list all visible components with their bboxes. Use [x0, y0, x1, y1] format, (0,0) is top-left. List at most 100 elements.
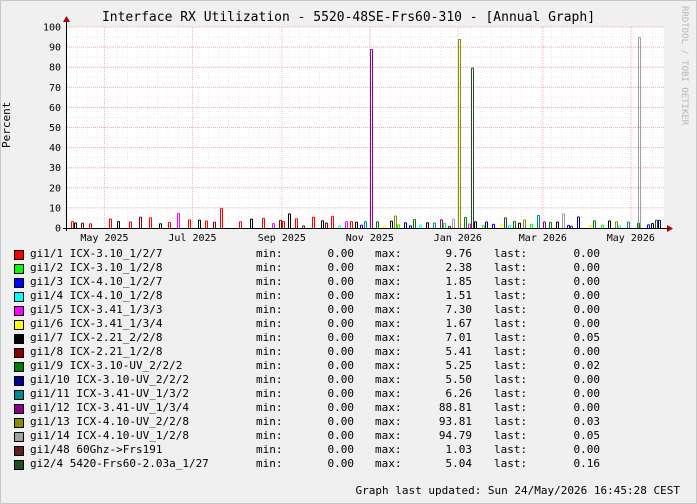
legend-last-label: last: — [494, 359, 528, 372]
legend-max-label: max: — [375, 261, 402, 274]
legend-min-value: 0.00 — [327, 303, 355, 316]
y-tick-label: 10 — [49, 203, 61, 214]
legend-min-label: min: — [256, 457, 283, 470]
legend-series-name: gi1/7 ICX-2.21_2/2/8 — [30, 331, 163, 344]
legend-swatch — [14, 362, 24, 372]
legend-last-value: 0.00 — [573, 303, 601, 316]
legend-max-value: 7.30 — [445, 303, 473, 316]
legend-last-value: 0.02 — [573, 359, 601, 372]
legend-last-label: last: — [494, 387, 528, 400]
y-tick-label: 0 — [55, 224, 61, 235]
legend-last-label: last: — [494, 401, 528, 414]
legend-min-label: min: — [256, 387, 283, 400]
legend-min-value: 0.00 — [327, 261, 355, 274]
legend-min-value: 0.00 — [327, 373, 355, 386]
legend-last-label: last: — [494, 457, 528, 470]
legend-min-value: 0.00 — [327, 401, 355, 414]
legend-min-label: min: — [256, 317, 283, 330]
legend-swatch — [14, 390, 24, 400]
legend-swatch — [14, 446, 24, 456]
legend-max-value: 5.04 — [445, 457, 473, 470]
y-axis-arrow — [63, 16, 70, 22]
legend-last-label: last: — [494, 289, 528, 302]
legend-min-value: 0.00 — [327, 457, 355, 470]
legend-max-value: 5.25 — [445, 359, 473, 372]
legend-min-label: min: — [256, 443, 283, 456]
legend-min-value: 0.00 — [327, 247, 355, 260]
legend-min-label: min: — [256, 401, 283, 414]
legend-min-value: 0.00 — [327, 359, 355, 372]
legend-max-value: 93.81 — [438, 415, 472, 428]
legend-min-value: 0.00 — [327, 275, 355, 288]
legend-series-name: gi1/48 60Ghz->Frs191 — [30, 443, 163, 456]
legend-min-label: min: — [256, 429, 283, 442]
legend-max-label: max: — [375, 415, 402, 428]
legend-min-label: min: — [256, 415, 283, 428]
x-tick-label: May 2026 — [607, 233, 655, 244]
legend-max-label: max: — [375, 331, 402, 344]
legend-max-label: max: — [375, 317, 402, 330]
legend-swatch — [14, 264, 24, 274]
legend-last-value: 0.03 — [573, 415, 601, 428]
legend-last-label: last: — [494, 443, 528, 456]
x-axis-arrow — [667, 225, 673, 232]
legend-last-label: last: — [494, 373, 528, 386]
legend-series-name: gi1/14 ICX-4.10-UV_1/2/8 — [30, 429, 189, 442]
legend-last-value: 0.00 — [573, 275, 601, 288]
legend-min-label: min: — [256, 359, 283, 372]
rrd-chart: 0 10 20 30 40 50 60 70 80 90 100 May 2025 Jul 2025 S… — [43, 16, 673, 244]
legend-last-value: 0.00 — [573, 247, 601, 260]
legend-max-value: 2.38 — [445, 261, 473, 274]
legend-max-value: 88.81 — [438, 401, 472, 414]
legend-max-label: max: — [375, 359, 402, 372]
legend-max-value: 5.50 — [445, 373, 473, 386]
legend-last-value: 0.00 — [573, 401, 601, 414]
legend-min-label: min: — [256, 331, 283, 344]
legend-min-value: 0.00 — [327, 429, 355, 442]
legend-min-value: 0.00 — [327, 443, 355, 456]
y-tick-label: 90 — [49, 43, 61, 54]
legend-max-value: 9.76 — [445, 247, 473, 260]
legend-last-value: 0.05 — [573, 429, 601, 442]
legend-swatch — [14, 334, 24, 344]
legend-swatch — [14, 292, 24, 302]
legend-max-label: max: — [375, 429, 402, 442]
legend-series-name: gi1/1 ICX-3.10_1/2/7 — [30, 247, 163, 260]
legend-max-label: max: — [375, 387, 402, 400]
y-tick-label: 40 — [49, 143, 61, 154]
legend-last-value: 0.00 — [573, 373, 601, 386]
legend-series-name: gi2/4 5420-Frs60-2.03a_1/27 — [30, 457, 209, 470]
legend-max-label: max: — [375, 443, 402, 456]
y-tick-labels: 0 10 20 30 40 50 60 70 80 90 100 — [43, 23, 61, 235]
legend-series-name: gi1/9 ICX-3.10-UV_2/2/2 — [30, 359, 183, 372]
legend-min-label: min: — [256, 373, 283, 386]
legend-swatch — [14, 432, 24, 442]
legend-min-value: 0.00 — [327, 331, 355, 344]
legend-max-value: 1.67 — [445, 317, 473, 330]
x-tick-labels: May 2025 Jul 2025 Sep 2025 Nov 2025 Jan 2026… — [80, 233, 655, 244]
legend-series-name: gi1/3 ICX-4.10_1/2/7 — [30, 275, 163, 288]
legend-min-value: 0.00 — [327, 317, 355, 330]
legend-swatch — [14, 404, 24, 414]
legend-last-label: last: — [494, 275, 528, 288]
legend-series-name: gi1/6 ICX-3.41_1/3/4 — [30, 317, 163, 330]
legend-series-name: gi1/5 ICX-3.41_1/3/3 — [30, 303, 163, 316]
legend-max-label: max: — [375, 289, 402, 302]
legend-min-label: min: — [256, 275, 283, 288]
legend-max-label: max: — [375, 345, 402, 358]
legend-last-label: last: — [494, 415, 528, 428]
legend-max-label: max: — [375, 457, 402, 470]
x-tick-label: Jul 2025 — [168, 233, 216, 244]
legend-last-value: 0.00 — [573, 289, 601, 302]
legend-swatch — [14, 250, 24, 260]
legend-min-value: 0.00 — [327, 289, 355, 302]
legend-max-label: max: — [375, 247, 402, 260]
legend-last-label: last: — [494, 261, 528, 274]
y-tick-label: 100 — [43, 23, 61, 34]
legend-max-value: 1.51 — [445, 289, 473, 302]
legend-swatch — [14, 376, 24, 386]
y-tick-label: 50 — [49, 123, 61, 134]
y-tick-label: 80 — [49, 63, 61, 74]
legend-swatch — [14, 418, 24, 428]
legend-last-value: 0.05 — [573, 331, 601, 344]
